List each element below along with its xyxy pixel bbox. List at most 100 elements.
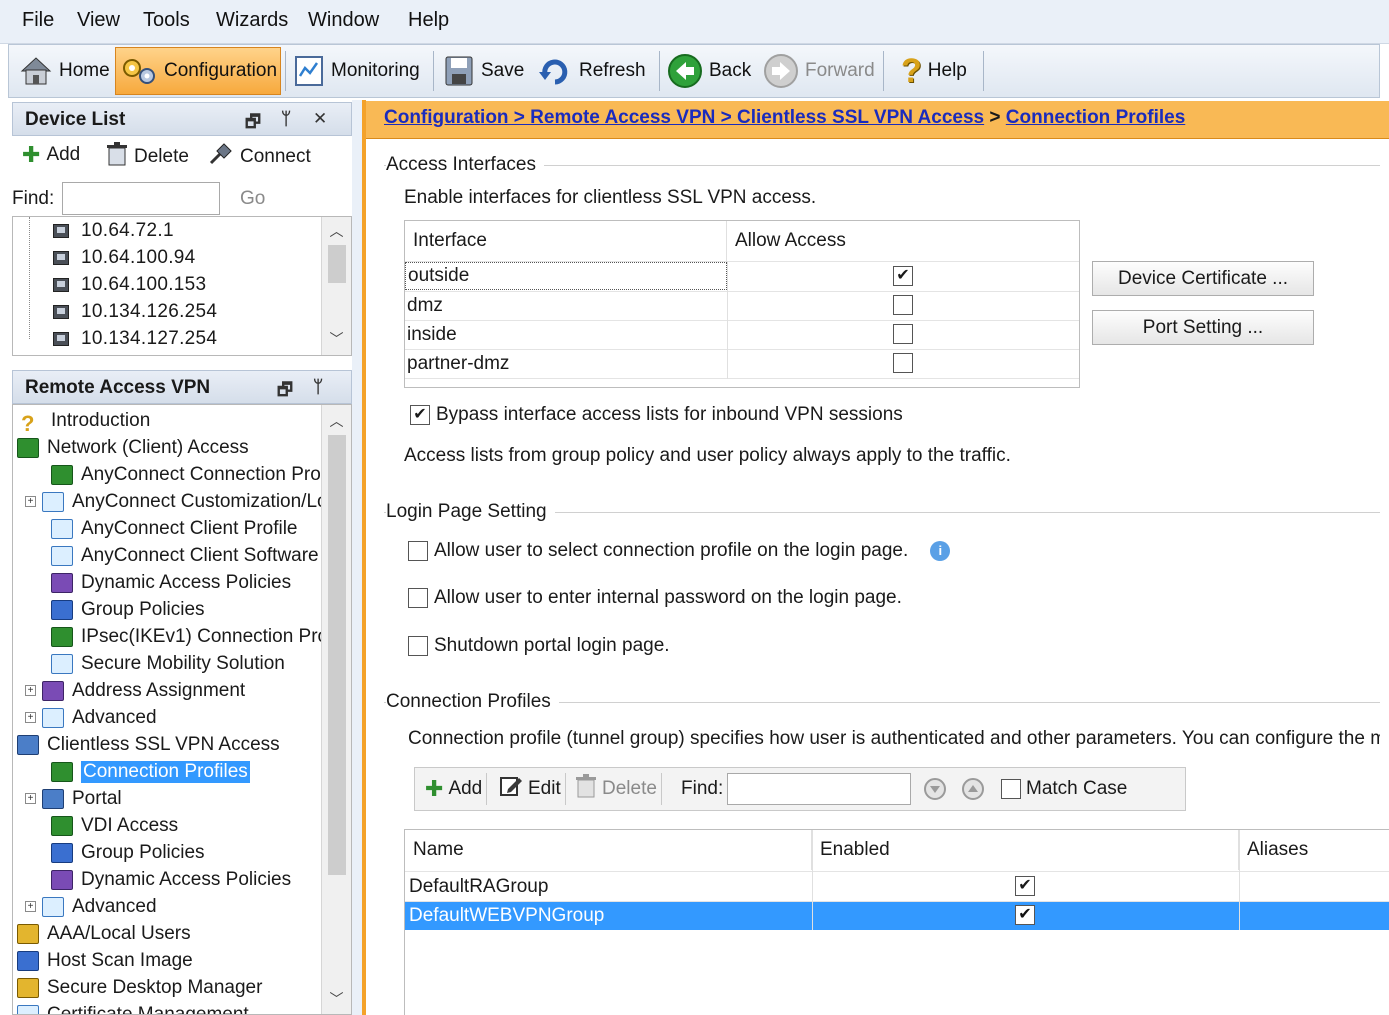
nav-connection-profiles[interactable]: Connection Profiles <box>51 758 250 785</box>
allow-access-checkbox-dmz[interactable] <box>893 295 913 315</box>
find-next-down-icon[interactable] <box>923 777 947 807</box>
scroll-thumb[interactable] <box>328 245 346 283</box>
expand-icon[interactable]: + <box>25 712 36 723</box>
expand-icon[interactable]: + <box>25 793 36 804</box>
refresh-button[interactable]: Refresh <box>533 47 650 95</box>
nav-anyconnect-connection-profiles[interactable]: AnyConnect Connection Profi <box>51 461 330 488</box>
nav-tree-scrollbar[interactable]: ︿ ﹀ <box>321 405 351 1014</box>
interface-row-partner-dmz[interactable]: partner-dmz <box>407 350 727 378</box>
nav-anyconnect-customization[interactable]: + AnyConnect Customization/Lo <box>25 488 328 515</box>
profile-enabled-checkbox[interactable]: ✔ <box>1015 905 1035 925</box>
forward-arrow-icon <box>763 53 799 89</box>
panel-splitter[interactable] <box>352 100 362 1015</box>
find-previous-up-icon[interactable] <box>961 777 985 807</box>
nav-host-scan-image[interactable]: Host Scan Image <box>17 947 193 974</box>
column-header-enabled[interactable]: Enabled <box>812 830 1239 870</box>
info-icon[interactable]: i <box>930 541 951 561</box>
nav-address-assignment[interactable]: + Address Assignment <box>25 677 245 704</box>
breadcrumb-current-link[interactable]: Connection Profiles <box>1006 107 1185 128</box>
device-connect-button[interactable]: Connect <box>208 142 311 172</box>
close-icon[interactable]: ✕ <box>313 109 327 129</box>
nav-ipsec-ikev1-connection-profiles[interactable]: IPsec(IKEv1) Connection Prof <box>51 623 333 650</box>
home-button[interactable]: Home <box>15 47 114 95</box>
scroll-thumb[interactable] <box>328 435 346 875</box>
restore-icon[interactable]: 🗗 <box>245 109 261 138</box>
nav-group-policies-clientless[interactable]: Group Policies <box>51 839 205 866</box>
nav-group-policies[interactable]: Group Policies <box>51 596 205 623</box>
allow-access-checkbox-partner-dmz[interactable] <box>893 353 913 373</box>
menu-view[interactable]: View <box>77 9 120 32</box>
profile-edit-button[interactable]: Edit <box>495 773 566 805</box>
nav-clientless-ssl-vpn-access[interactable]: Clientless SSL VPN Access <box>17 731 280 758</box>
table-row[interactable]: DefaultRAGroup ✔ <box>405 872 1389 901</box>
nav-vdi-access[interactable]: VDI Access <box>51 812 178 839</box>
column-header-aliases[interactable]: Aliases <box>1239 830 1389 870</box>
nav-advanced[interactable]: + Advanced <box>25 704 157 731</box>
profile-add-button[interactable]: ✚ Add <box>421 773 488 805</box>
help-button[interactable]: ? Help <box>897 47 971 95</box>
interface-row-outside[interactable]: outside <box>405 262 727 290</box>
expand-icon[interactable]: + <box>25 901 36 912</box>
column-header-interface[interactable]: Interface <box>405 221 727 261</box>
forward-button[interactable]: Forward <box>759 47 879 95</box>
nav-secure-mobility-solution[interactable]: Secure Mobility Solution <box>51 650 285 677</box>
device-item[interactable]: 10.134.127.254 <box>53 325 217 352</box>
expand-icon[interactable]: + <box>25 685 36 696</box>
nav-network-client-access[interactable]: Network (Client) Access <box>17 434 249 461</box>
bypass-acl-checkbox[interactable]: ✔ Bypass interface access lists for inbo… <box>410 404 903 426</box>
restore-icon[interactable]: 🗗 <box>277 377 293 406</box>
device-delete-button[interactable]: Delete <box>106 142 189 172</box>
interface-row-inside[interactable]: inside <box>407 321 727 349</box>
nav-anyconnect-client-profile[interactable]: AnyConnect Client Profile <box>51 515 298 542</box>
shutdown-portal-checkbox[interactable]: Shutdown portal login page. <box>408 635 670 657</box>
device-find-input[interactable] <box>62 182 220 215</box>
profile-enabled-checkbox[interactable]: ✔ <box>1015 876 1035 896</box>
device-item[interactable]: 10.134.126.254 <box>53 298 217 325</box>
save-button[interactable]: Save <box>439 47 528 95</box>
menu-window[interactable]: Window <box>308 9 379 32</box>
device-item[interactable]: 10.64.100.94 <box>53 244 196 271</box>
nav-advanced-clientless[interactable]: + Advanced <box>25 893 157 920</box>
pin-icon[interactable]: ᛘ <box>313 377 323 397</box>
menu-wizards[interactable]: Wizards <box>216 9 288 32</box>
nav-introduction[interactable]: ? Introduction <box>21 407 150 436</box>
scroll-down-icon[interactable]: ﹀ <box>322 329 351 349</box>
device-certificate-button[interactable]: Device Certificate ... <box>1092 261 1314 296</box>
nav-dynamic-access-policies[interactable]: Dynamic Access Policies <box>51 569 291 596</box>
back-button[interactable]: Back <box>663 47 755 95</box>
scroll-up-icon[interactable]: ︿ <box>322 221 351 241</box>
configuration-button[interactable]: Configuration <box>115 47 281 95</box>
column-header-allow-access[interactable]: Allow Access <box>727 221 1079 261</box>
nav-portal[interactable]: + Portal <box>25 785 122 812</box>
device-add-button[interactable]: ✚ Add <box>22 142 80 168</box>
nav-anyconnect-client-software[interactable]: AnyConnect Client Software <box>51 542 319 569</box>
menu-help[interactable]: Help <box>408 9 449 32</box>
device-go-button[interactable]: Go <box>240 188 265 210</box>
allow-internal-password-checkbox[interactable]: Allow user to enter internal password on… <box>408 587 902 609</box>
expand-icon[interactable]: + <box>25 496 36 507</box>
scroll-down-icon[interactable]: ﹀ <box>322 989 351 1009</box>
nav-secure-desktop-manager[interactable]: Secure Desktop Manager <box>17 974 262 1001</box>
breadcrumb-path-link[interactable]: Configuration > Remote Access VPN > Clie… <box>384 107 984 128</box>
nav-certificate-management[interactable]: Certificate Management <box>17 1001 249 1014</box>
device-item[interactable]: 10.64.72.1 <box>53 217 174 244</box>
menu-tools[interactable]: Tools <box>143 9 190 32</box>
profile-find-input[interactable] <box>727 773 911 805</box>
menu-file[interactable]: File <box>22 9 54 32</box>
allow-select-profile-checkbox[interactable]: Allow user to select connection profile … <box>408 540 951 562</box>
pin-icon[interactable]: ᛘ <box>281 109 291 129</box>
scroll-up-icon[interactable]: ︿ <box>322 411 351 431</box>
allow-access-checkbox-outside[interactable]: ✔ <box>893 266 913 286</box>
monitoring-button[interactable]: Monitoring <box>289 47 424 95</box>
nav-dynamic-access-policies-clientless[interactable]: Dynamic Access Policies <box>51 866 291 893</box>
interface-row-dmz[interactable]: dmz <box>407 292 727 320</box>
nav-aaa-local-users[interactable]: AAA/Local Users <box>17 920 191 947</box>
match-case-checkbox[interactable]: Match Case <box>1001 778 1127 800</box>
column-header-name[interactable]: Name <box>405 830 812 870</box>
profile-delete-button[interactable]: Delete <box>571 773 662 805</box>
device-item[interactable]: 10.64.100.153 <box>53 271 206 298</box>
allow-access-checkbox-inside[interactable] <box>893 324 913 344</box>
port-setting-button[interactable]: Port Setting ... <box>1092 310 1314 345</box>
device-list-scrollbar[interactable]: ︿ ﹀ <box>321 217 351 355</box>
table-row-selected[interactable]: DefaultWEBVPNGroup ✔ <box>405 902 1389 930</box>
